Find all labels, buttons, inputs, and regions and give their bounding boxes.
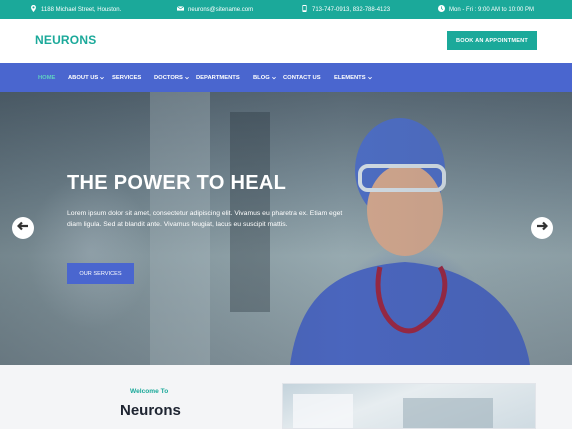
envelope-icon: [176, 5, 185, 14]
email-info[interactable]: neurons@sitename.com: [176, 0, 253, 19]
nav-item-label: DEPARTMENTS: [196, 74, 240, 81]
nav-item-blog[interactable]: BLOG: [253, 63, 276, 92]
address-text: 1188 Michael Street, Houston.: [41, 6, 122, 13]
top-info-bar: 1188 Michael Street, Houston. neurons@si…: [0, 0, 572, 19]
nav-item-label: ABOUT US: [68, 74, 99, 81]
chevron-down-icon: [367, 76, 372, 80]
email-text[interactable]: neurons@sitename.com: [188, 7, 253, 13]
nav-item-label: BLOG: [253, 74, 270, 81]
arrow-right-icon: [536, 219, 549, 237]
map-pin-icon: [30, 5, 37, 14]
nav-item-label: DOCTORS: [154, 74, 183, 81]
hero-description: Lorem ipsum dolor sit amet, consectetur …: [67, 210, 343, 228]
chevron-down-icon: [185, 76, 189, 80]
nav-item-label: ELEMENTS: [334, 74, 366, 81]
chevron-down-icon: [100, 76, 105, 80]
welcome-label: Welcome To: [130, 388, 169, 395]
nav-item-services[interactable]: SERVICES: [112, 63, 141, 92]
nav-item-contact-us[interactable]: CONTACT US: [283, 63, 321, 92]
phone-info[interactable]: 713-747-0913, 832-788-4123: [301, 0, 390, 19]
hours-info: Mon - Fri : 9:00 AM to 10:00 PM: [438, 0, 534, 19]
our-services-button[interactable]: OUR SERVICES: [67, 263, 134, 284]
nav-item-home[interactable]: HOME: [38, 63, 55, 92]
nav-item-label: SERVICES: [112, 74, 142, 81]
doctor-photo: [293, 394, 493, 428]
phone-text[interactable]: 713-747-0913, 832-788-4123: [312, 7, 390, 13]
clock-icon: [438, 5, 445, 14]
site-logo[interactable]: NEURONS: [35, 33, 96, 47]
main-navigation: HOME ABOUT US SERVICES DOCTORS DEPARTMEN…: [0, 63, 572, 92]
nav-item-elements[interactable]: ELEMENTS: [334, 63, 372, 92]
nav-item-doctors[interactable]: DOCTORS: [154, 63, 189, 92]
hero-title: THE POWER TO HEAL: [67, 172, 287, 194]
hours-text: Mon - Fri : 9:00 AM to 10:00 PM: [449, 6, 535, 13]
mobile-phone-icon: [301, 5, 308, 14]
about-title: Neurons: [120, 402, 181, 419]
nav-item-departments[interactable]: DEPARTMENTS: [196, 63, 240, 92]
nav-item-label: CONTACT US: [283, 74, 321, 81]
arrow-left-icon: [16, 219, 29, 237]
about-section: Welcome To Neurons: [0, 365, 572, 429]
about-image: [282, 383, 536, 429]
nav-item-label: HOME: [38, 74, 56, 81]
site-header: NEURONS BOOK AN APPOINTMENT: [0, 19, 572, 63]
address-info: 1188 Michael Street, Houston.: [30, 0, 121, 19]
hero-slider: THE POWER TO HEAL Lorem ipsum dolor sit …: [0, 92, 572, 365]
book-appointment-button[interactable]: BOOK AN APPOINTMENT: [447, 31, 537, 50]
chevron-down-icon: [271, 76, 276, 80]
slider-prev-button[interactable]: [12, 217, 34, 239]
nav-item-about-us[interactable]: ABOUT US: [68, 63, 105, 92]
slider-next-button[interactable]: [531, 217, 553, 239]
